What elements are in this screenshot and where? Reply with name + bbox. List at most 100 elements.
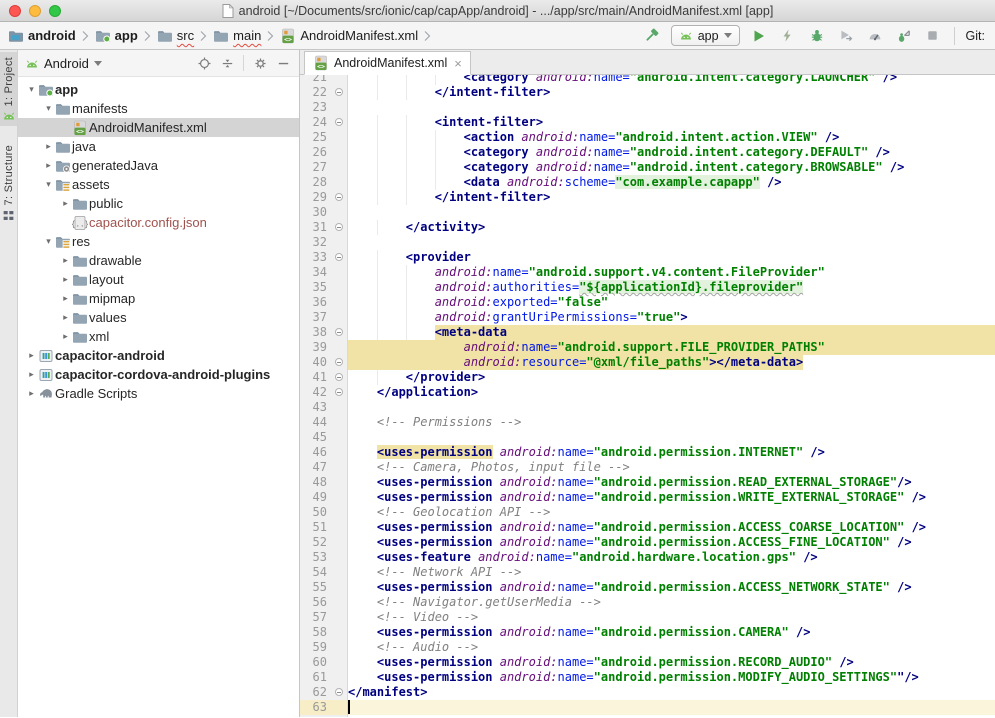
run-configuration-select[interactable]: app: [671, 25, 740, 46]
tree-closed-arrow-icon[interactable]: ▸: [59, 293, 72, 304]
hide-panel-button[interactable]: [274, 54, 292, 72]
code-line-33[interactable]: <provider: [348, 250, 995, 265]
code-line-22[interactable]: </intent-filter>: [348, 85, 995, 100]
code-line-50[interactable]: <!-- Geolocation API -->: [348, 505, 995, 520]
tree-item[interactable]: ▾res: [18, 232, 299, 251]
chevron-down-icon[interactable]: [94, 61, 102, 66]
tree-item[interactable]: <>AndroidManifest.xml: [18, 118, 299, 137]
code-line-44[interactable]: <!-- Permissions -->: [348, 415, 995, 430]
stop-button[interactable]: [923, 26, 943, 46]
tree-item[interactable]: ▸layout: [18, 270, 299, 289]
minimize-window-button[interactable]: [29, 5, 41, 17]
tree-item[interactable]: ▾assets: [18, 175, 299, 194]
code-line-63[interactable]: [348, 700, 995, 715]
fold-marker-icon[interactable]: [335, 688, 343, 696]
tree-open-arrow-icon[interactable]: ▾: [42, 236, 55, 247]
tree-item[interactable]: ▸capacitor-cordova-android-plugins: [18, 365, 299, 384]
fold-marker-icon[interactable]: [335, 253, 343, 261]
code-line-42[interactable]: </application>: [348, 385, 995, 400]
code-line-57[interactable]: <!-- Video -->: [348, 610, 995, 625]
make-project-button[interactable]: [642, 26, 662, 46]
code-line-34[interactable]: android:name="android.support.v4.content…: [348, 265, 995, 280]
code-line-62[interactable]: </manifest>: [348, 685, 995, 700]
code-line-60[interactable]: <uses-permission android:name="android.p…: [348, 655, 995, 670]
tree-closed-arrow-icon[interactable]: ▸: [59, 274, 72, 285]
code-line-43[interactable]: [348, 400, 995, 415]
close-tab-button[interactable]: ×: [452, 57, 462, 70]
attach-debugger-button[interactable]: [894, 26, 914, 46]
tree-item[interactable]: ▾app: [18, 80, 299, 99]
tree-item[interactable]: ▸capacitor-android: [18, 346, 299, 365]
tree-closed-arrow-icon[interactable]: ▸: [42, 141, 55, 152]
code-line-52[interactable]: <uses-permission android:name="android.p…: [348, 535, 995, 550]
tree-closed-arrow-icon[interactable]: ▸: [25, 369, 38, 380]
code-line-58[interactable]: <uses-permission android:name="android.p…: [348, 625, 995, 640]
code-line-36[interactable]: android:exported="false": [348, 295, 995, 310]
debug-button[interactable]: [807, 26, 827, 46]
code-line-23[interactable]: [348, 100, 995, 115]
tree-item[interactable]: ▾manifests: [18, 99, 299, 118]
zoom-window-button[interactable]: [49, 5, 61, 17]
code-line-37[interactable]: android:grantUriPermissions="true">: [348, 310, 995, 325]
profile-button[interactable]: [865, 26, 885, 46]
tree-item[interactable]: ▸Gradle Scripts: [18, 384, 299, 403]
code-line-29[interactable]: </intent-filter>: [348, 190, 995, 205]
code-line-46[interactable]: <uses-permission android:name="android.p…: [348, 445, 995, 460]
collapse-all-button[interactable]: [218, 54, 236, 72]
fold-marker-icon[interactable]: [335, 388, 343, 396]
code-area[interactable]: <category android:name="android.intent.c…: [348, 75, 995, 717]
code-line-61[interactable]: <uses-permission android:name="android.p…: [348, 670, 995, 685]
tree-closed-arrow-icon[interactable]: ▸: [59, 198, 72, 209]
code-line-27[interactable]: <category android:name="android.intent.c…: [348, 160, 995, 175]
tree-closed-arrow-icon[interactable]: ▸: [25, 350, 38, 361]
project-view-selector[interactable]: Android: [44, 56, 89, 71]
code-line-35[interactable]: android:authorities="${applicationId}.fi…: [348, 280, 995, 295]
fold-marker-icon[interactable]: [335, 358, 343, 366]
tree-item[interactable]: ▸mipmap: [18, 289, 299, 308]
code-line-26[interactable]: <category android:name="android.intent.c…: [348, 145, 995, 160]
code-line-59[interactable]: <!-- Audio -->: [348, 640, 995, 655]
fold-marker-icon[interactable]: [335, 328, 343, 336]
tree-open-arrow-icon[interactable]: ▾: [25, 84, 38, 95]
fold-marker-icon[interactable]: [335, 193, 343, 201]
close-window-button[interactable]: [9, 5, 21, 17]
tab-androidmanifest[interactable]: <> AndroidManifest.xml ×: [304, 51, 471, 75]
code-line-31[interactable]: </activity>: [348, 220, 995, 235]
settings-gear-button[interactable]: [251, 54, 269, 72]
fold-marker-icon[interactable]: [335, 118, 343, 126]
tool-window-button--structure[interactable]: 7: Structure: [0, 140, 17, 225]
tree-item[interactable]: ▸java: [18, 137, 299, 156]
fold-marker-icon[interactable]: [335, 373, 343, 381]
tree-closed-arrow-icon[interactable]: ▸: [25, 388, 38, 399]
code-line-56[interactable]: <!-- Navigator.getUserMedia -->: [348, 595, 995, 610]
code-line-49[interactable]: <uses-permission android:name="android.p…: [348, 490, 995, 505]
locate-file-button[interactable]: [195, 54, 213, 72]
code-line-54[interactable]: <!-- Network API -->: [348, 565, 995, 580]
tree-item[interactable]: ▸drawable: [18, 251, 299, 270]
run-button[interactable]: [749, 26, 769, 46]
breadcrumb-item[interactable]: main: [211, 27, 263, 45]
code-editor[interactable]: 2122232425262728293031323334353637383940…: [300, 75, 995, 717]
tree-item[interactable]: ▸values: [18, 308, 299, 327]
tree-item[interactable]: ▸generatedJava: [18, 156, 299, 175]
tree-open-arrow-icon[interactable]: ▾: [42, 179, 55, 190]
code-line-51[interactable]: <uses-permission android:name="android.p…: [348, 520, 995, 535]
tree-closed-arrow-icon[interactable]: ▸: [59, 312, 72, 323]
tree-closed-arrow-icon[interactable]: ▸: [59, 255, 72, 266]
breadcrumb-item[interactable]: app: [93, 27, 140, 45]
code-line-40[interactable]: android:resource="@xml/file_paths"></met…: [348, 355, 995, 370]
apply-changes-button[interactable]: [778, 26, 798, 46]
breadcrumb-item[interactable]: <>AndroidManifest.xml: [278, 27, 420, 45]
tree-item[interactable]: ▸public: [18, 194, 299, 213]
code-line-25[interactable]: <action android:name="android.intent.act…: [348, 130, 995, 145]
run-with-coverage-button[interactable]: [836, 26, 856, 46]
tree-closed-arrow-icon[interactable]: ▸: [59, 331, 72, 342]
breadcrumb-item[interactable]: src: [155, 27, 196, 45]
breadcrumb-item[interactable]: android: [6, 27, 78, 45]
tree-open-arrow-icon[interactable]: ▾: [42, 103, 55, 114]
code-line-55[interactable]: <uses-permission android:name="android.p…: [348, 580, 995, 595]
code-line-53[interactable]: <uses-feature android:name="android.hard…: [348, 550, 995, 565]
fold-marker-icon[interactable]: [335, 223, 343, 231]
code-line-39[interactable]: android:name="android.support.FILE_PROVI…: [348, 340, 995, 355]
code-line-28[interactable]: <data android:scheme="com.example.capapp…: [348, 175, 995, 190]
